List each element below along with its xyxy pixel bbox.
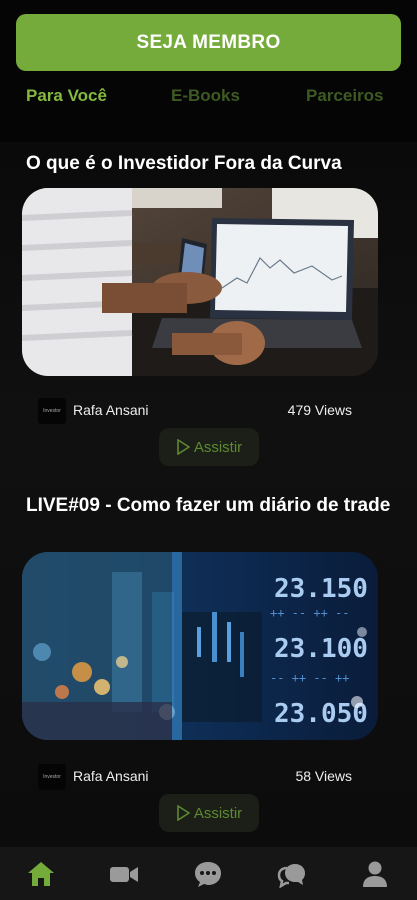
- nav-videos[interactable]: [108, 859, 140, 889]
- bottom-navigation: [0, 847, 417, 900]
- video-camera-icon: [110, 867, 138, 882]
- play-icon: [176, 439, 190, 455]
- svg-text:-- ++ -- ++: -- ++ -- ++: [270, 671, 349, 685]
- avatar: Investor: [38, 764, 66, 790]
- watch-button[interactable]: Assistir: [159, 428, 259, 466]
- watch-label: Assistir: [193, 804, 243, 822]
- nav-profile[interactable]: [359, 859, 391, 889]
- view-count: 58 Views: [295, 768, 352, 784]
- chat-bubbles-icon: [277, 864, 305, 888]
- nav-chat[interactable]: [192, 859, 224, 889]
- video-feed: O que é o Investidor Fora da Curva Inves…: [0, 142, 417, 847]
- video-meta: Investor Rafa Ansani 58 Views: [38, 764, 358, 790]
- svg-text:23.100: 23.100: [274, 634, 368, 664]
- tab-parceiros[interactable]: Parceiros: [306, 86, 384, 106]
- avatar: Investor: [38, 398, 66, 424]
- video-meta: Investor Rafa Ansani 479 Views: [38, 398, 358, 424]
- tab-ebooks[interactable]: E-Books: [171, 86, 240, 106]
- view-count: 479 Views: [287, 402, 352, 418]
- svg-text:++ -- ++ --: ++ -- ++ --: [270, 606, 349, 620]
- tab-para-voce[interactable]: Para Você: [26, 86, 107, 106]
- author-name: Rafa Ansani: [73, 402, 149, 418]
- header: SEJA MEMBRO Para Você E-Books Parceiros: [0, 0, 417, 142]
- nav-community[interactable]: [276, 859, 308, 889]
- video-thumbnail[interactable]: [22, 188, 378, 376]
- video-thumbnail[interactable]: 23.150 23.100 23.050 ++ -- ++ -- -- ++ -…: [22, 552, 378, 740]
- laptop-chart-photo: [22, 188, 378, 376]
- play-icon: [176, 805, 190, 821]
- watch-label: Assistir: [193, 438, 243, 456]
- chat-bubble-icon: [195, 862, 221, 887]
- home-icon: [28, 862, 54, 886]
- author-name: Rafa Ansani: [73, 768, 149, 784]
- video-title[interactable]: O que é o Investidor Fora da Curva: [26, 152, 396, 175]
- profile-icon: [363, 861, 387, 887]
- svg-text:23.150: 23.150: [274, 574, 368, 604]
- join-member-button[interactable]: SEJA MEMBRO: [16, 14, 401, 71]
- video-title[interactable]: LIVE#09 - Como fazer um diário de trade: [26, 494, 396, 517]
- stock-ticker-photo: 23.150 23.100 23.050 ++ -- ++ -- -- ++ -…: [22, 552, 378, 740]
- tab-bar: Para Você E-Books Parceiros: [0, 86, 417, 110]
- nav-home[interactable]: [25, 859, 57, 889]
- watch-button[interactable]: Assistir: [159, 794, 259, 832]
